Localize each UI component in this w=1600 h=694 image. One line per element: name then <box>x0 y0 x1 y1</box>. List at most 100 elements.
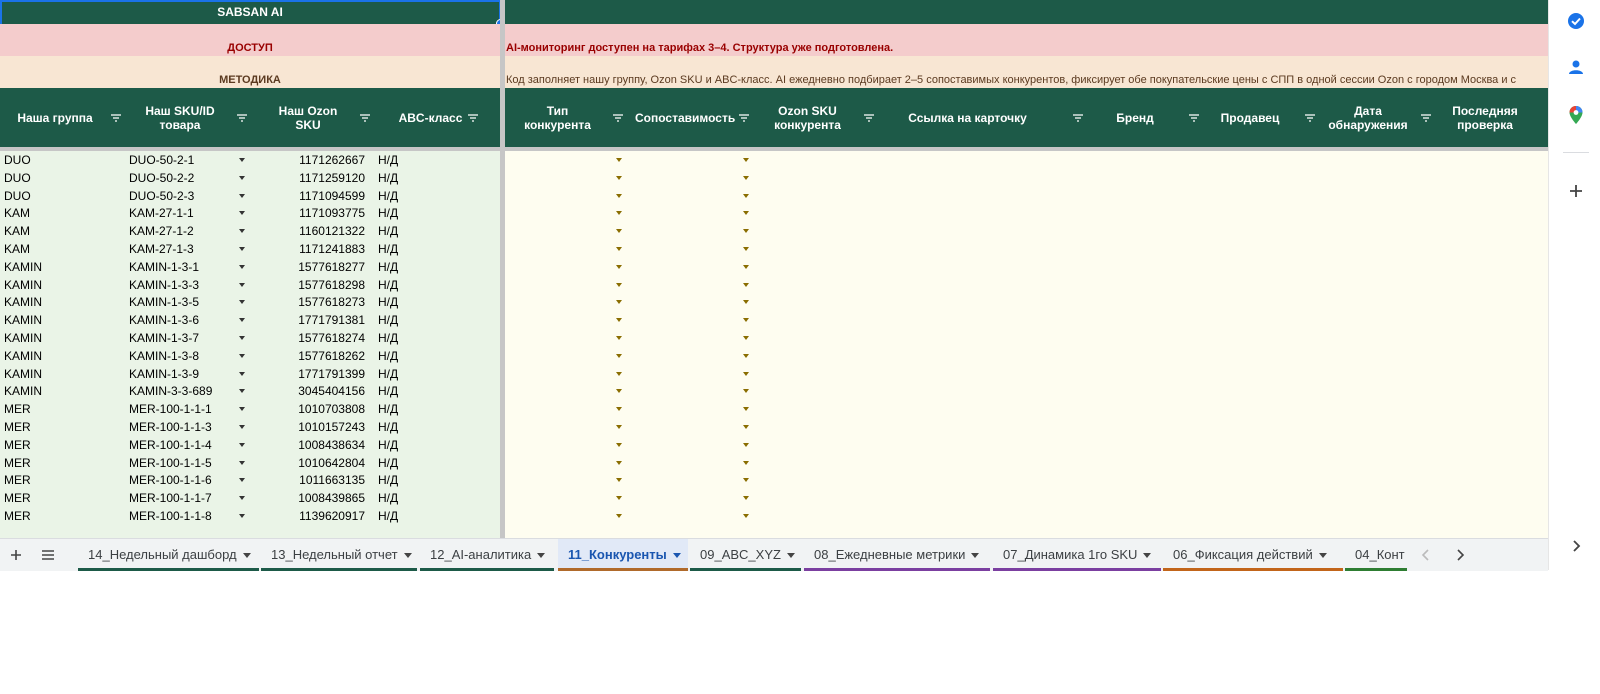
table-row[interactable]: KAMIN KAMIN-1-3-5 1577618273 Н/Д <box>0 293 1548 311</box>
comparability-dropdown-icon[interactable] <box>743 336 749 340</box>
abc-class-cell[interactable]: Н/Д <box>378 222 398 240</box>
method-label[interactable]: МЕТОДИКА <box>0 56 500 88</box>
ozon-sku-cell[interactable]: 1171262667 <box>260 151 365 169</box>
ozon-sku-cell[interactable]: 1171094599 <box>260 187 365 205</box>
competitor-type-dropdown-icon[interactable] <box>616 389 622 394</box>
group-cell[interactable]: KAMIN <box>4 311 42 329</box>
ozon-sku-cell[interactable]: 1010157243 <box>260 418 365 436</box>
column-header[interactable]: Сопоставимость <box>628 88 735 148</box>
table-row[interactable]: KAMIN KAMIN-1-3-7 1577618274 Н/Д <box>0 329 1548 347</box>
tab-menu-chevron-down-icon[interactable] <box>1318 553 1327 559</box>
add-sheet-plus-icon[interactable] <box>6 545 26 565</box>
access-label[interactable]: ДОСТУП <box>0 24 500 56</box>
table-row[interactable]: KAMIN KAMIN-1-3-8 1577618262 Н/Д <box>0 347 1548 365</box>
comparability-dropdown-icon[interactable] <box>743 247 749 251</box>
ozon-sku-cell[interactable]: 1139620917 <box>260 507 365 525</box>
group-cell[interactable]: KAMIN <box>4 329 42 347</box>
tab-menu-chevron-down-icon[interactable] <box>786 553 795 559</box>
dropdown-arrow-icon[interactable] <box>239 442 245 447</box>
column-header[interactable]: Дата обнаружения <box>1308 88 1428 148</box>
competitor-type-dropdown-icon[interactable] <box>616 300 622 305</box>
tasks-icon[interactable] <box>1565 10 1587 32</box>
competitor-type-dropdown-icon[interactable] <box>616 158 622 162</box>
dropdown-arrow-icon[interactable] <box>239 318 245 323</box>
freeze-row-divider[interactable] <box>0 147 1548 151</box>
spreadsheet-grid[interactable]: SABSAN AI ДОСТУП AI-мониторинг доступен … <box>0 0 1548 538</box>
comparability-dropdown-icon[interactable] <box>743 353 749 358</box>
abc-class-cell[interactable]: Н/Д <box>378 151 398 169</box>
sku-cell[interactable]: MER-100-1-1-5 <box>129 454 212 472</box>
access-text[interactable]: AI-мониторинг доступен на тарифах 3–4. С… <box>506 24 1548 56</box>
table-row[interactable]: KAMIN KAMIN-1-3-1 1577618277 Н/Д <box>0 258 1548 276</box>
column-header[interactable]: Наш SKU/ID товара <box>125 88 235 148</box>
competitor-type-dropdown-icon[interactable] <box>616 282 622 287</box>
tab-menu-chevron-down-icon[interactable] <box>403 553 412 559</box>
comparability-dropdown-icon[interactable] <box>743 514 749 518</box>
comparability-dropdown-icon[interactable] <box>743 193 749 198</box>
group-cell[interactable]: DUO <box>4 151 31 169</box>
comparability-dropdown-icon[interactable] <box>743 371 749 376</box>
ozon-sku-cell[interactable]: 1008439865 <box>260 489 365 507</box>
sku-cell[interactable]: KAMIN-1-3-7 <box>129 329 199 347</box>
tab-menu-chevron-down-icon[interactable] <box>672 553 681 559</box>
filter-icon[interactable] <box>236 112 248 124</box>
sku-cell[interactable]: KAMIN-1-3-3 <box>129 276 199 294</box>
dropdown-arrow-icon[interactable] <box>239 389 245 394</box>
sku-cell[interactable]: KAMIN-1-3-6 <box>129 311 199 329</box>
abc-class-cell[interactable]: Н/Д <box>378 276 398 294</box>
sheet-tab[interactable]: 13_Недельный отчет <box>261 539 417 571</box>
dropdown-arrow-icon[interactable] <box>239 282 245 287</box>
group-cell[interactable]: KAMIN <box>4 258 42 276</box>
abc-class-cell[interactable]: Н/Д <box>378 436 398 454</box>
group-cell[interactable]: MER <box>4 507 31 525</box>
sku-cell[interactable]: KAMIN-1-3-8 <box>129 347 199 365</box>
dropdown-arrow-icon[interactable] <box>239 175 245 180</box>
abc-class-cell[interactable]: Н/Д <box>378 187 398 205</box>
sku-cell[interactable]: KAMIN-1-3-5 <box>129 293 199 311</box>
abc-class-cell[interactable]: Н/Д <box>378 204 398 222</box>
competitor-type-dropdown-icon[interactable] <box>616 175 622 180</box>
ozon-sku-cell[interactable]: 1010703808 <box>260 400 365 418</box>
add-addon-icon[interactable] <box>1565 180 1587 202</box>
dropdown-arrow-icon[interactable] <box>239 478 245 483</box>
group-cell[interactable]: MER <box>4 418 31 436</box>
competitor-type-dropdown-icon[interactable] <box>616 336 622 340</box>
method-text[interactable]: Код заполняет нашу группу, Ozon SKU и AB… <box>506 56 1548 88</box>
abc-class-cell[interactable]: Н/Д <box>378 329 398 347</box>
sku-cell[interactable]: MER-100-1-1-7 <box>129 489 212 507</box>
dropdown-arrow-icon[interactable] <box>239 158 245 162</box>
comparability-dropdown-icon[interactable] <box>743 389 749 394</box>
comparability-dropdown-icon[interactable] <box>743 264 749 269</box>
table-row[interactable]: KAM KAM-27-1-1 1171093775 Н/Д <box>0 204 1548 222</box>
competitor-type-dropdown-icon[interactable] <box>616 478 622 483</box>
ozon-sku-cell[interactable]: 1160121322 <box>260 222 365 240</box>
group-cell[interactable]: KAMIN <box>4 365 42 383</box>
sku-cell[interactable]: KAMIN-1-3-9 <box>129 365 199 383</box>
abc-class-cell[interactable]: Н/Д <box>378 507 398 525</box>
competitor-type-dropdown-icon[interactable] <box>616 442 622 447</box>
table-row[interactable]: MER MER-100-1-1-5 1010642804 Н/Д <box>0 454 1548 472</box>
sku-cell[interactable]: MER-100-1-1-8 <box>129 507 212 525</box>
table-row[interactable]: MER MER-100-1-1-8 1139620917 Н/Д <box>0 507 1548 525</box>
sku-cell[interactable]: MER-100-1-1-4 <box>129 436 212 454</box>
dropdown-arrow-icon[interactable] <box>239 229 245 234</box>
table-row[interactable]: DUO DUO-50-2-1 1171262667 Н/Д <box>0 151 1548 169</box>
table-row[interactable]: MER MER-100-1-1-6 1011663135 Н/Д <box>0 471 1548 489</box>
ozon-sku-cell[interactable]: 1577618277 <box>260 258 365 276</box>
comparability-dropdown-icon[interactable] <box>743 460 749 465</box>
competitor-type-dropdown-icon[interactable] <box>616 407 622 412</box>
dropdown-arrow-icon[interactable] <box>239 407 245 412</box>
dropdown-arrow-icon[interactable] <box>239 371 245 376</box>
group-cell[interactable]: KAMIN <box>4 293 42 311</box>
scroll-tabs-left-icon[interactable] <box>1416 545 1436 565</box>
sku-cell[interactable]: MER-100-1-1-6 <box>129 471 212 489</box>
filter-icon[interactable] <box>738 112 750 124</box>
competitor-type-dropdown-icon[interactable] <box>616 371 622 376</box>
sku-cell[interactable]: KAM-27-1-1 <box>129 204 194 222</box>
all-sheets-menu-icon[interactable] <box>38 545 58 565</box>
table-row[interactable]: KAM KAM-27-1-3 1171241883 Н/Д <box>0 240 1548 258</box>
competitor-type-dropdown-icon[interactable] <box>616 496 622 501</box>
table-row[interactable]: MER MER-100-1-1-1 1010703808 Н/Д <box>0 400 1548 418</box>
group-cell[interactable]: KAM <box>4 240 30 258</box>
dropdown-arrow-icon[interactable] <box>239 425 245 429</box>
